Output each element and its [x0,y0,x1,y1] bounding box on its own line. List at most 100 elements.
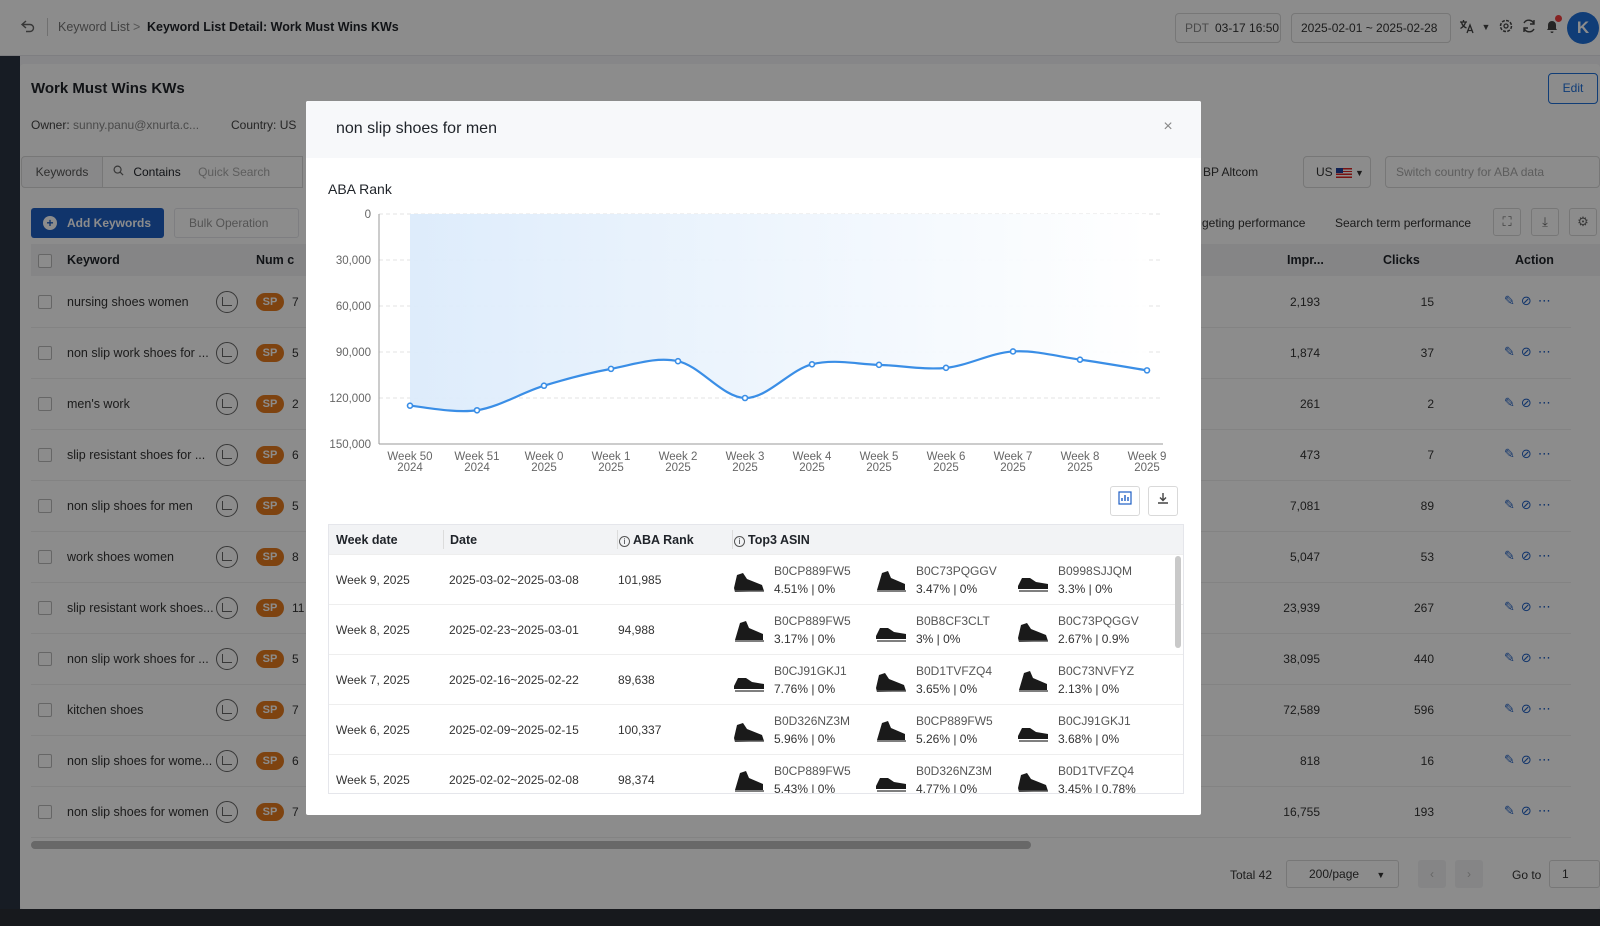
x-tick-year: 2025 [866,462,892,474]
product-thumbnail [732,664,766,698]
x-tick-year: 2025 [1067,462,1093,474]
asin-code[interactable]: B0CP889FW5 [774,764,851,778]
asin-share: 3.65% | 0% [916,682,978,696]
asin-share: 5.43% | 0% [774,782,836,794]
asin-code[interactable]: B0C73NVFYZ [1058,664,1134,678]
asin-code[interactable]: B0D1TVFZQ4 [916,664,992,678]
modal-title: non slip shoes for men [336,120,497,137]
product-thumbnail [874,714,908,748]
y-tick-label: 60,000 [336,301,371,313]
asin-share: 4.51% | 0% [774,582,836,596]
data-point [1009,348,1017,355]
asin-share: 5.26% | 0% [916,732,978,746]
download-icon[interactable] [1148,486,1178,516]
product-thumbnail [874,614,908,648]
asin-item[interactable]: B0CP889FW5 5.26% | 0% [874,709,1014,753]
y-tick-label: 120,000 [329,393,371,405]
data-point [1143,367,1151,374]
data-point [406,402,414,409]
asin-code[interactable]: B0C73PQGGV [1058,614,1139,628]
chart-toggle-icon[interactable] [1110,486,1140,516]
asin-item[interactable]: B0C73PQGGV 2.67% | 0.9% [1016,609,1156,653]
asin-code[interactable]: B0CP889FW5 [774,564,851,578]
asin-code[interactable]: B0CJ91GKJ1 [774,664,847,678]
asin-share: 3% | 0% [916,632,961,646]
asin-item[interactable]: B0D1TVFZQ4 3.45% | 0.78% [1016,759,1156,794]
col-top3-asin: i Top3 ASIN [734,533,810,547]
product-thumbnail [874,664,908,698]
week-cell: Week 8, 2025 [336,623,410,637]
data-point [540,382,548,390]
asin-item[interactable]: B0CJ91GKJ1 7.76% | 0% [732,659,872,703]
rank-cell: 98,374 [618,773,655,787]
x-tick-year: 2024 [464,462,490,474]
rank-cell: 89,638 [618,673,655,687]
asin-code[interactable]: B0D326NZ3M [774,714,850,728]
data-point [473,406,481,414]
x-tick-year: 2025 [732,462,758,474]
asin-item[interactable]: B0998SJJQM 3.3% | 0% [1016,559,1156,603]
data-point [674,357,682,365]
header-divider [443,530,444,549]
asin-item[interactable]: B0D326NZ3M 5.96% | 0% [732,709,872,753]
asin-share: 5.96% | 0% [774,732,836,746]
aba-rank-chart: 030,00060,00090,000120,000150,000Week 50… [329,209,1166,474]
data-point [808,360,816,368]
vertical-scrollbar[interactable] [1175,556,1181,648]
asin-code[interactable]: B0CP889FW5 [916,714,993,728]
col-aba-rank: i ABA Rank [619,533,694,547]
info-icon: i [619,536,630,547]
date-cell: 2025-02-02~2025-02-08 [449,773,579,787]
data-point [741,394,749,402]
asin-code[interactable]: B0CJ91GKJ1 [1058,714,1131,728]
product-thumbnail [732,714,766,748]
aba-rank-modal: non slip shoes for men × ABA Rank 0 30,00… [306,101,1201,815]
product-thumbnail [732,564,766,598]
close-icon[interactable]: × [1158,117,1178,137]
product-thumbnail [1016,714,1050,748]
asin-share: 2.67% | 0.9% [1058,632,1130,646]
asin-item[interactable]: B0CP889FW5 4.51% | 0% [732,559,872,603]
asin-code[interactable]: B0B8CF3CLT [916,614,990,628]
rank-cell: 101,985 [618,573,662,587]
asin-code[interactable]: B0C73PQGGV [916,564,997,578]
col-aba-rank-label: ABA Rank [633,533,694,547]
asin-item[interactable]: B0C73NVFYZ 2.13% | 0% [1016,659,1156,703]
asin-share: 3.68% | 0% [1058,732,1120,746]
asin-code[interactable]: B0D326NZ3M [916,764,992,778]
date-cell: 2025-03-02~2025-03-08 [449,573,579,587]
product-thumbnail [1016,764,1050,793]
rank-area [410,214,1147,412]
asin-share: 4.77% | 0% [916,782,978,794]
asin-share: 3.47% | 0% [916,582,978,596]
asin-code[interactable]: B0CP889FW5 [774,614,851,628]
data-point [942,364,950,372]
data-point [1076,356,1084,363]
product-thumbnail [874,564,908,598]
modal-header: non slip shoes for men × [306,101,1201,158]
asin-item[interactable]: B0C73PQGGV 3.47% | 0% [874,559,1014,603]
asin-code[interactable]: B0998SJJQM [1058,564,1132,578]
asin-item[interactable]: B0D1TVFZQ4 3.65% | 0% [874,659,1014,703]
y-tick-label: 30,000 [336,255,371,267]
asin-share: 3.45% | 0.78% [1058,782,1136,794]
asin-item[interactable]: B0CP889FW5 5.43% | 0% [732,759,872,794]
asin-share: 2.13% | 0% [1058,682,1120,696]
info-icon: i [734,536,745,547]
x-tick-year: 2025 [1134,462,1160,474]
asin-item[interactable]: B0CP889FW5 3.17% | 0% [732,609,872,653]
table-row: Week 9, 2025 2025-03-02~2025-03-08 101,985… [329,554,1183,605]
weekly-table-header: Week date Date i ABA Rank i Top3 ASIN [329,525,1183,554]
data-point [875,361,883,369]
y-tick-label: 0 [365,209,371,221]
asin-code[interactable]: B0D1TVFZQ4 [1058,764,1134,778]
asin-item[interactable]: B0CJ91GKJ1 3.68% | 0% [1016,709,1156,753]
x-tick-year: 2025 [933,462,959,474]
asin-item[interactable]: B0B8CF3CLT 3% | 0% [874,609,1014,653]
header-divider [732,530,733,549]
product-thumbnail [874,764,908,793]
asin-item[interactable]: B0D326NZ3M 4.77% | 0% [874,759,1014,794]
week-cell: Week 7, 2025 [336,673,410,687]
header-divider [617,530,618,549]
table-row: Week 6, 2025 2025-02-09~2025-02-15 100,337… [329,704,1183,755]
